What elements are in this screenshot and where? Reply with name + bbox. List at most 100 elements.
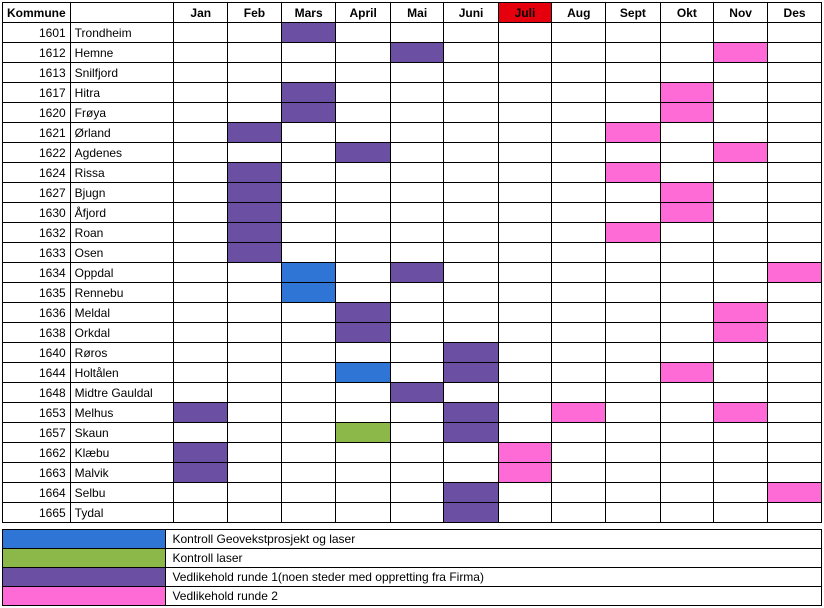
cell: [281, 483, 336, 503]
cell: [444, 263, 498, 283]
row-code: 1663: [3, 463, 71, 483]
cell: [336, 363, 390, 383]
cell: [336, 103, 390, 123]
cell: [228, 483, 282, 503]
cell: [174, 443, 228, 463]
cell: [768, 103, 822, 123]
cell: [606, 483, 660, 503]
cell: [174, 403, 228, 423]
table-row: 1663Malvik: [3, 463, 822, 483]
header-month-juni: Juni: [444, 3, 498, 23]
cell: [714, 443, 768, 463]
cell: [444, 463, 498, 483]
cell: [281, 63, 336, 83]
cell: [281, 143, 336, 163]
cell: [606, 383, 660, 403]
row-name: Agdenes: [70, 143, 174, 163]
legend-swatch: [3, 530, 166, 549]
row-name: Holtålen: [70, 363, 174, 383]
cell: [552, 43, 606, 63]
cell: [660, 23, 714, 43]
cell: [336, 43, 390, 63]
cell: [444, 123, 498, 143]
cell: [768, 443, 822, 463]
cell: [174, 183, 228, 203]
cell: [606, 183, 660, 203]
row-code: 1634: [3, 263, 71, 283]
table-row: 1630Åfjord: [3, 203, 822, 223]
row-name: Åfjord: [70, 203, 174, 223]
cell: [606, 23, 660, 43]
cell: [714, 143, 768, 163]
cell: [444, 283, 498, 303]
cell: [714, 503, 768, 523]
cell: [714, 23, 768, 43]
cell: [660, 303, 714, 323]
cell: [768, 63, 822, 83]
cell: [174, 163, 228, 183]
cell: [228, 203, 282, 223]
legend-label: Kontroll laser: [166, 549, 822, 568]
cell: [714, 83, 768, 103]
cell: [281, 183, 336, 203]
table-row: 1640Røros: [3, 343, 822, 363]
cell: [336, 23, 390, 43]
legend-label: Vedlikehold runde 1(noen steder med oppr…: [166, 568, 822, 587]
cell: [768, 363, 822, 383]
cell: [174, 423, 228, 443]
row-code: 1612: [3, 43, 71, 63]
cell: [552, 243, 606, 263]
cell: [660, 443, 714, 463]
cell: [660, 83, 714, 103]
cell: [768, 23, 822, 43]
cell: [228, 363, 282, 383]
cell: [498, 43, 552, 63]
cell: [444, 363, 498, 383]
cell: [714, 383, 768, 403]
cell: [390, 103, 444, 123]
header-month-mai: Mai: [390, 3, 444, 23]
cell: [281, 323, 336, 343]
cell: [714, 343, 768, 363]
cell: [552, 443, 606, 463]
table-row: 1613Snilfjord: [3, 63, 822, 83]
cell: [174, 43, 228, 63]
cell: [606, 423, 660, 443]
cell: [768, 143, 822, 163]
cell: [281, 423, 336, 443]
cell: [336, 463, 390, 483]
cell: [660, 183, 714, 203]
table-row: 1627Bjugn: [3, 183, 822, 203]
cell: [660, 43, 714, 63]
header-month-juli: Juli: [498, 3, 552, 23]
cell: [281, 283, 336, 303]
cell: [768, 503, 822, 523]
cell: [174, 343, 228, 363]
cell: [660, 203, 714, 223]
row-name: Roan: [70, 223, 174, 243]
row-name: Oppdal: [70, 263, 174, 283]
legend-label: Vedlikehold runde 2: [166, 587, 822, 606]
cell: [281, 303, 336, 323]
cell: [228, 343, 282, 363]
cell: [444, 223, 498, 243]
cell: [174, 243, 228, 263]
table-row: 1644Holtålen: [3, 363, 822, 383]
cell: [660, 243, 714, 263]
header-month-jan: Jan: [174, 3, 228, 23]
cell: [174, 303, 228, 323]
cell: [281, 43, 336, 63]
cell: [552, 503, 606, 523]
cell: [768, 43, 822, 63]
table-row: 1664Selbu: [3, 483, 822, 503]
cell: [336, 143, 390, 163]
header-kommune: Kommune: [3, 3, 71, 23]
cell: [606, 63, 660, 83]
cell: [444, 423, 498, 443]
cell: [444, 503, 498, 523]
cell: [336, 443, 390, 463]
table-row: 1634Oppdal: [3, 263, 822, 283]
cell: [281, 223, 336, 243]
table-row: 1638Orkdal: [3, 323, 822, 343]
cell: [336, 163, 390, 183]
